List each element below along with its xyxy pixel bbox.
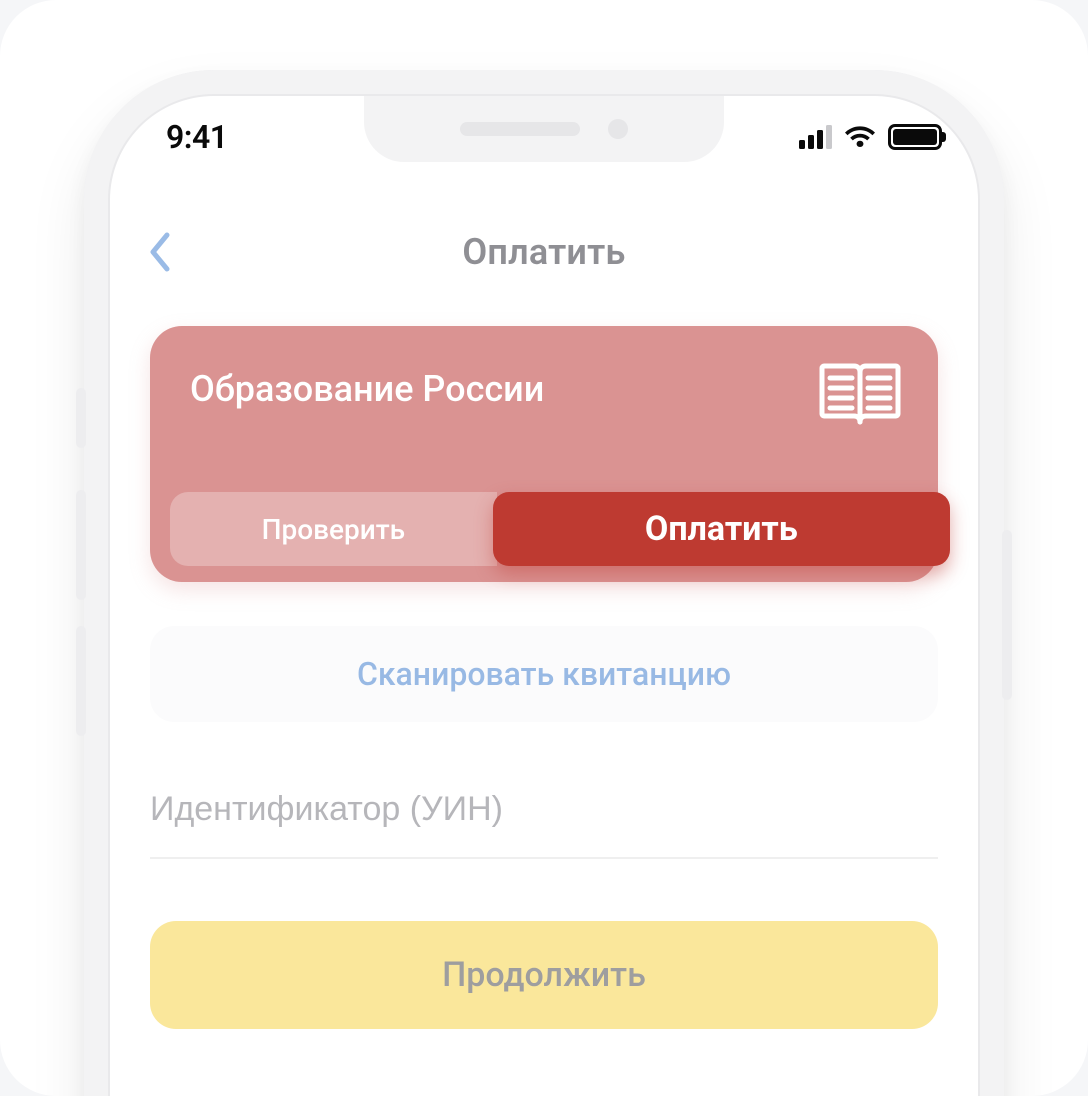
phone-frame: 9:41 bbox=[84, 70, 1004, 1096]
continue-button[interactable]: Продолжить bbox=[150, 921, 938, 1029]
tab-check-label: Проверить bbox=[262, 513, 406, 546]
tab-pay-label: Оплатить bbox=[645, 509, 798, 549]
phone-side-button bbox=[76, 388, 86, 448]
category-title: Образование России bbox=[190, 368, 898, 410]
chevron-left-icon bbox=[148, 232, 172, 272]
tab-pay[interactable]: Оплатить bbox=[493, 492, 950, 566]
battery-icon bbox=[888, 124, 942, 150]
uin-input[interactable] bbox=[150, 782, 938, 837]
status-icons bbox=[799, 124, 942, 150]
wifi-icon bbox=[844, 125, 876, 149]
uin-field-wrap bbox=[150, 782, 938, 859]
segmented-control: Проверить Оплатить bbox=[170, 492, 950, 566]
phone-screen: 9:41 bbox=[110, 96, 978, 1096]
phone-power-button bbox=[1002, 530, 1012, 700]
nav-bar: Оплатить bbox=[110, 212, 978, 292]
back-button[interactable] bbox=[138, 230, 182, 274]
tab-check[interactable]: Проверить bbox=[170, 492, 497, 566]
stage: 9:41 bbox=[0, 0, 1088, 1096]
status-bar: 9:41 bbox=[110, 96, 978, 178]
book-icon bbox=[818, 356, 902, 438]
page-title: Оплатить bbox=[462, 231, 625, 273]
status-time: 9:41 bbox=[166, 118, 228, 156]
phone-volume-up-button bbox=[76, 490, 86, 600]
battery-fill bbox=[893, 129, 937, 145]
content: Образование России bbox=[150, 326, 938, 1029]
category-card: Образование России bbox=[150, 326, 938, 582]
scan-receipt-label: Сканировать квитанцию bbox=[357, 655, 731, 693]
scan-receipt-button[interactable]: Сканировать квитанцию bbox=[150, 626, 938, 722]
continue-label: Продолжить bbox=[442, 955, 646, 995]
cellular-icon bbox=[799, 125, 832, 149]
phone-volume-down-button bbox=[76, 626, 86, 736]
